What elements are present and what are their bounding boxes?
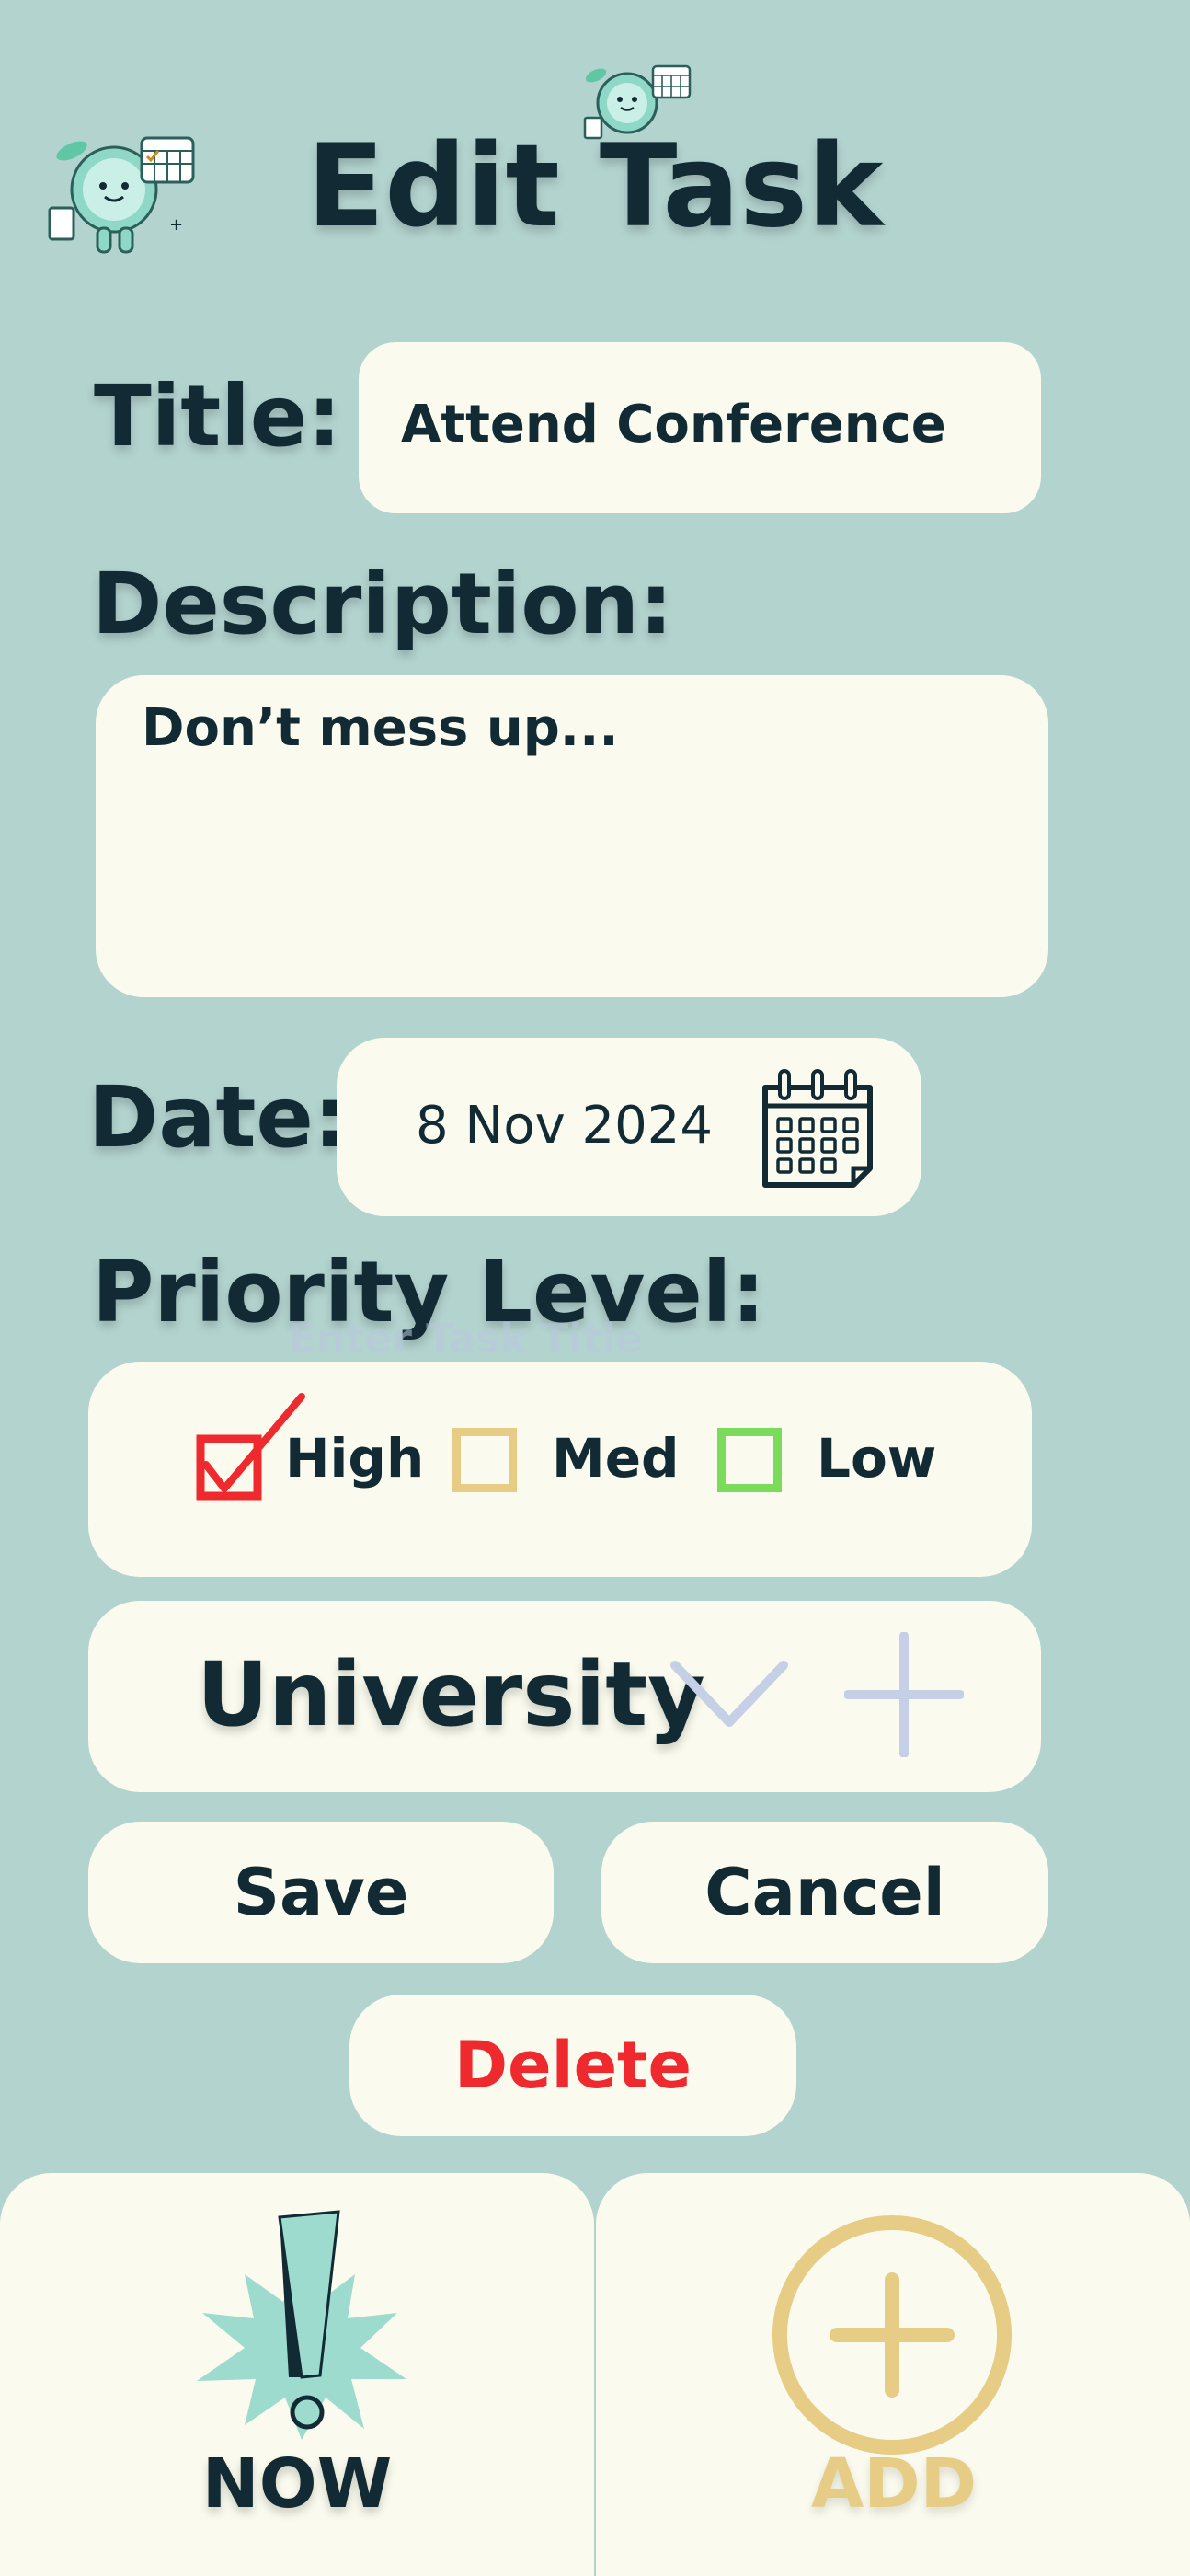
category-value: University <box>197 1643 705 1746</box>
save-button-label: Save <box>233 1855 409 1930</box>
add-category-icon[interactable] <box>843 1631 965 1758</box>
date-label: Date: <box>88 1068 348 1167</box>
add-circle-icon <box>771 2214 1013 2456</box>
description-value: Don’t mess up... <box>142 698 619 758</box>
date-value: 8 Nov 2024 <box>416 1096 714 1156</box>
title-label: Title: <box>94 367 341 466</box>
delete-button-label: Delete <box>454 2028 692 2103</box>
priority-low-label: Low <box>817 1427 937 1489</box>
priority-low-checkbox[interactable] <box>717 1428 782 1492</box>
cancel-button-label: Cancel <box>704 1855 945 1930</box>
description-label: Description: <box>92 555 673 653</box>
date-picker[interactable]: 8 Nov 2024 <box>337 1038 921 1216</box>
priority-high-label: High <box>285 1427 425 1489</box>
category-dropdown[interactable]: University <box>88 1601 1041 1792</box>
nav-now-label: NOW <box>201 2444 393 2524</box>
title-input-value: Attend Conference <box>401 395 946 454</box>
page-title: Edit Task <box>306 121 884 253</box>
now-alert-icon <box>189 2210 410 2440</box>
title-input[interactable]: Attend Conference <box>359 342 1041 513</box>
priority-selector: High Med Low <box>88 1362 1032 1577</box>
save-button[interactable]: Save <box>88 1822 554 1963</box>
calendar-icon[interactable] <box>758 1065 877 1190</box>
nav-add-label: ADD <box>810 2444 978 2524</box>
priority-med-label: Med <box>552 1427 680 1489</box>
chevron-down-icon[interactable] <box>669 1656 789 1739</box>
delete-button[interactable]: Delete <box>349 1995 796 2136</box>
nav-add-tab[interactable]: ADD <box>596 2173 1190 2576</box>
cancel-button[interactable]: Cancel <box>601 1822 1048 1963</box>
priority-med-checkbox[interactable] <box>452 1428 517 1492</box>
ghost-title-text: Enter Task Title <box>289 1316 644 1363</box>
description-textarea[interactable]: Don’t mess up... <box>96 675 1048 997</box>
nav-now-tab[interactable]: NOW <box>0 2173 594 2576</box>
